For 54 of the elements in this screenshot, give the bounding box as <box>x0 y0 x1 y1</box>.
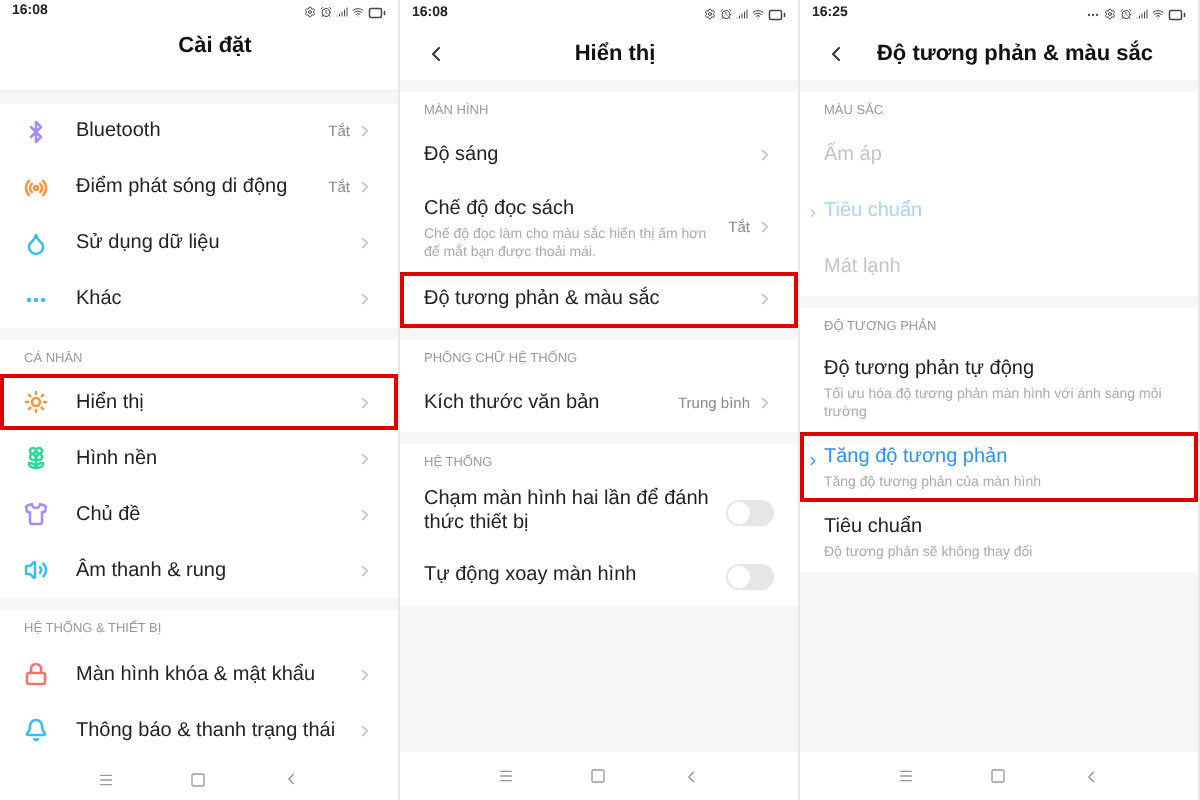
row-label: Độ tương phản & màu sắc <box>424 284 662 315</box>
chevron-icon <box>356 178 374 197</box>
row-label: Sử dụng dữ liệu <box>76 230 222 259</box>
chevron-icon <box>356 290 374 309</box>
row-label: Tự động xoay màn hình <box>424 564 639 589</box>
home-icon[interactable] <box>590 768 606 784</box>
row-label: Màn hình khóa & mật khẩu <box>76 661 318 690</box>
row-label: Độ sáng <box>424 142 501 171</box>
settings-row[interactable]: Độ tương phản & màu sắc <box>400 271 798 328</box>
chevron-icon <box>356 721 374 740</box>
menu-icon[interactable] <box>898 768 914 784</box>
row-label: Kích thước văn bản <box>424 390 602 418</box>
row-label: Chủ đề <box>76 501 143 530</box>
toggle-switch[interactable] <box>726 563 774 590</box>
chevron-icon <box>356 665 374 684</box>
screen-title: Hiển thị <box>572 39 658 70</box>
row-label: Bluetooth <box>76 118 163 147</box>
back-nav-icon[interactable] <box>682 767 700 785</box>
home-icon[interactable] <box>990 768 1006 784</box>
option-label: Tăng độ tương phản <box>824 443 1010 471</box>
chevron-icon <box>356 449 374 468</box>
row-label: Chế độ đọc sách <box>424 195 577 224</box>
selected-chevron-icon <box>806 453 820 467</box>
chevron-icon <box>356 393 374 412</box>
screen-title: Độ tương phản & màu sắc <box>874 38 1156 70</box>
menu-icon[interactable] <box>498 768 514 784</box>
row-label: Thông báo & thanh trạng thái <box>76 717 338 746</box>
row-label: Điểm phát sóng di động <box>76 173 290 203</box>
back-nav-icon[interactable] <box>1082 767 1100 785</box>
toggle-switch[interactable] <box>726 499 774 526</box>
chevron-icon <box>356 561 374 580</box>
option-label: Độ tương phản tự động <box>824 355 1037 383</box>
chevron-icon <box>356 122 374 141</box>
chevron-icon <box>356 234 374 253</box>
row-label: Hình nền <box>76 445 160 474</box>
menu-icon[interactable] <box>98 771 114 788</box>
selected-chevron-icon <box>806 205 820 220</box>
chevron-icon <box>356 505 374 524</box>
row-label: Hiển thị <box>76 389 146 418</box>
row-label: Chạm màn hình hai lần để đánh thức thiết bị <box>424 488 711 537</box>
screen-title: Cài đặt <box>176 32 254 63</box>
home-icon[interactable] <box>190 771 206 788</box>
chevron-icon <box>756 218 774 237</box>
option-label: Tiêu chuẩn <box>824 513 925 541</box>
back-nav-icon[interactable] <box>282 770 300 789</box>
row-label: Âm thanh & rung <box>76 556 229 586</box>
row-label: Khác <box>76 286 124 315</box>
chevron-icon <box>756 394 774 412</box>
chevron-icon <box>756 290 774 309</box>
option-label: Tiêu chuẩn <box>824 197 925 227</box>
chevron-icon <box>756 146 774 165</box>
option-label: Ấm áp <box>824 140 884 171</box>
settings-row[interactable]: Hiển thị <box>0 374 398 431</box>
option-label: Mát lạnh <box>824 254 903 283</box>
